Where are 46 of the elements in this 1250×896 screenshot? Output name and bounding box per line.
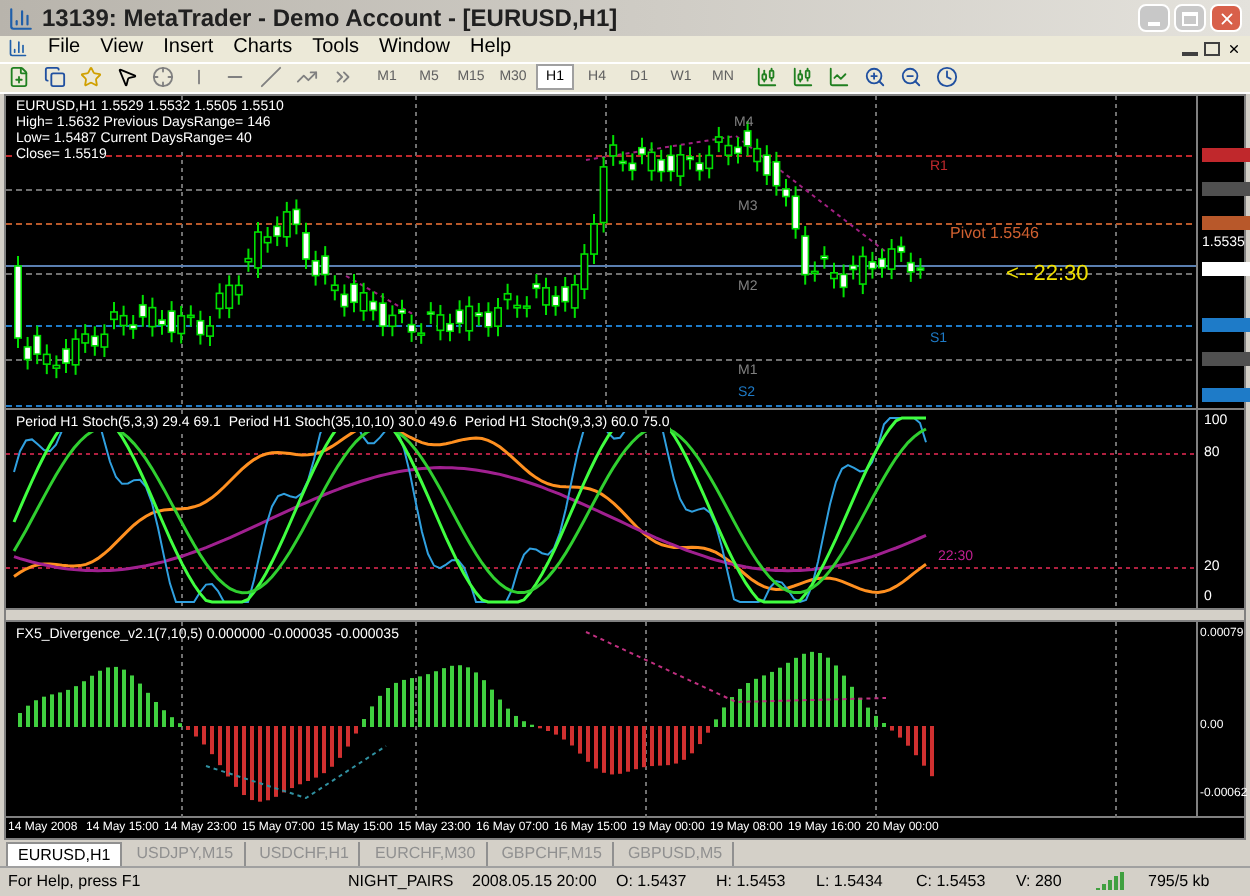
- countdown-label: <--22:30: [1006, 262, 1089, 287]
- menu-item[interactable]: View: [100, 36, 144, 61]
- crosshair-icon[interactable]: [152, 66, 174, 89]
- status-text: 2008.05.15 20:00: [470, 869, 599, 894]
- trend-line: [345, 275, 417, 318]
- cursor-icon[interactable]: [116, 66, 138, 89]
- menu-item[interactable]: Help: [470, 36, 512, 61]
- price-tag: [1202, 262, 1250, 277]
- status-text: L: 1.5434: [814, 869, 885, 894]
- candlestick-icon[interactable]: [792, 66, 814, 89]
- arrows-icon[interactable]: [332, 66, 354, 89]
- clock-icon[interactable]: [936, 66, 958, 89]
- status-text: For Help, press F1: [6, 869, 143, 894]
- price-tag: [1202, 388, 1250, 403]
- bar-chart-icon[interactable]: [756, 66, 778, 89]
- price-tag: [1202, 182, 1250, 197]
- close-button[interactable]: [1210, 4, 1242, 33]
- menu-item[interactable]: Charts: [233, 36, 293, 61]
- status-text: C: 1.5453: [914, 869, 988, 894]
- star-icon[interactable]: [80, 66, 102, 89]
- status-text: O: 1.5437: [614, 869, 689, 894]
- menu-item[interactable]: Insert: [163, 36, 214, 61]
- pivot-label: Pivot 1.5546: [950, 226, 1039, 243]
- line-chart-icon[interactable]: [828, 66, 850, 89]
- window-title: 13139: MetaTrader - Demo Account - [EURUSD,H1]: [42, 2, 618, 37]
- status-text: 795/5 kb: [1146, 869, 1212, 894]
- new-chart-icon[interactable]: [8, 66, 30, 89]
- profiles-icon[interactable]: [44, 66, 66, 89]
- price-tag: [1202, 216, 1250, 231]
- menu-item[interactable]: Window: [378, 36, 451, 61]
- price-tag: [1202, 352, 1250, 367]
- close-icon[interactable]: [1226, 41, 1242, 56]
- chart-tab[interactable]: EURUSD,H1: [6, 841, 123, 866]
- price-tag: [1202, 148, 1250, 163]
- status-text: NIGHT_PAIRS: [346, 869, 456, 894]
- status-text: H: 1.5453: [714, 869, 788, 894]
- status-text: V: 280: [1014, 869, 1064, 894]
- connection-bars-icon: [1096, 872, 1128, 891]
- zoom-out-icon[interactable]: [900, 66, 922, 89]
- document-icon: [8, 38, 28, 59]
- menu-item[interactable]: File: [48, 36, 81, 61]
- menu-item[interactable]: Tools: [312, 36, 359, 61]
- app-icon: [8, 5, 34, 32]
- price-tag: [1202, 318, 1250, 333]
- trendline-icon[interactable]: [260, 66, 282, 89]
- zoom-in-icon[interactable]: [864, 66, 886, 89]
